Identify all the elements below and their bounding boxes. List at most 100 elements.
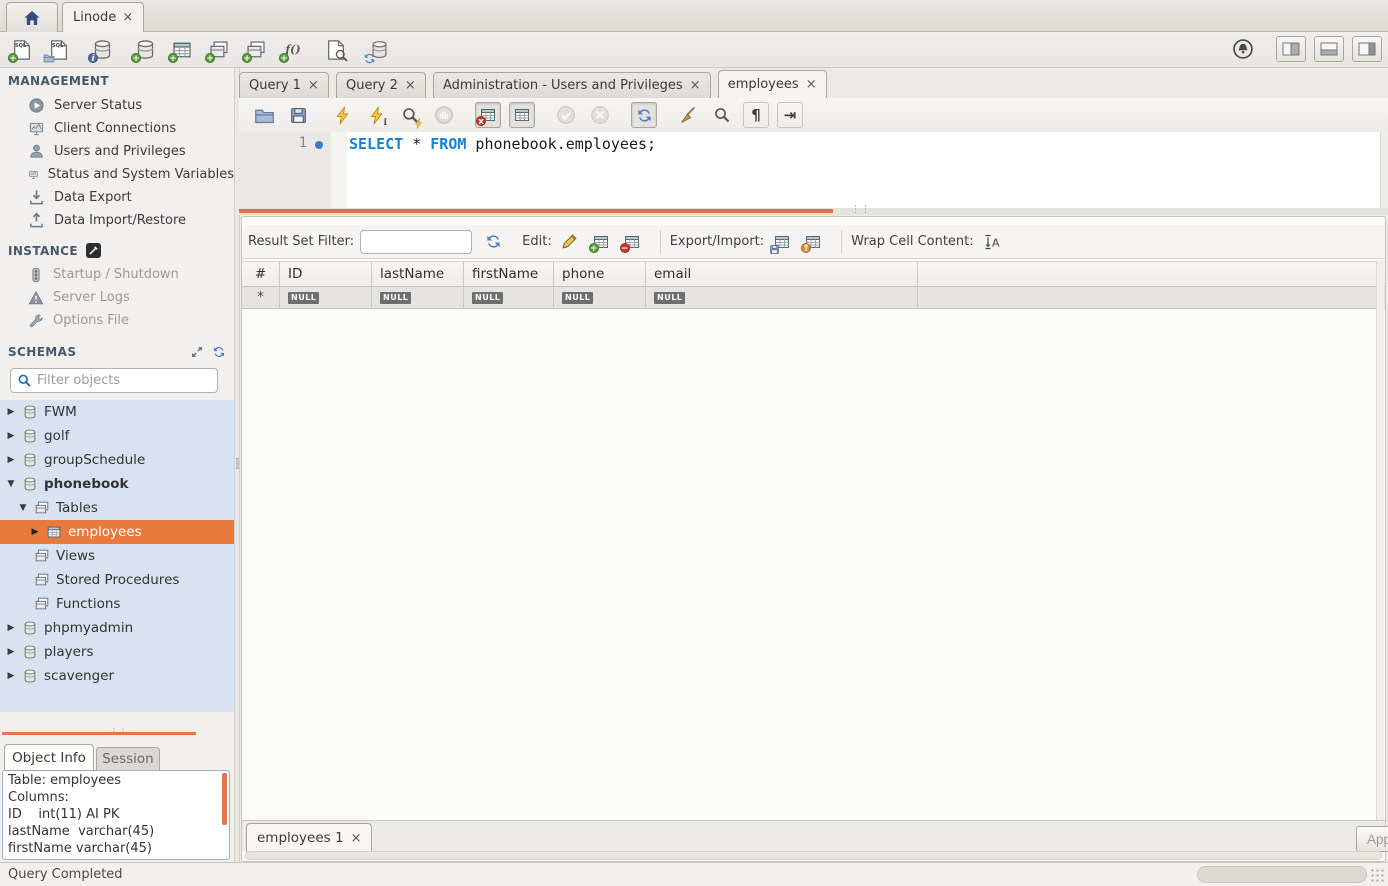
tree-item-table-employees[interactable]: employees	[0, 520, 234, 544]
editor-scrollbar[interactable]	[1380, 132, 1388, 208]
edit-record-icon[interactable]	[558, 230, 582, 254]
tree-item-functions[interactable]: Functions	[0, 592, 234, 616]
sidebar-item-status-variables[interactable]: Status and System Variables	[0, 163, 234, 186]
reconnect-dbms-button[interactable]	[365, 36, 393, 64]
chevron-right-icon[interactable]	[30, 527, 40, 537]
wrap-text-button[interactable]	[777, 102, 803, 128]
sidebar-item-server-logs[interactable]: Server Logs	[0, 286, 234, 309]
sidebar-splitter[interactable]: ⋮⋮	[2, 732, 196, 735]
create-view-button[interactable]	[205, 36, 233, 64]
toggle-left-panel-button[interactable]	[1276, 36, 1306, 62]
connection-tab[interactable]: Linode ×	[62, 2, 144, 32]
open-sql-script-button[interactable]: SQL	[45, 36, 73, 64]
column-header-id[interactable]: ID	[280, 262, 372, 286]
tree-item-schema[interactable]: golf	[0, 424, 234, 448]
tree-item-views[interactable]: Views	[0, 544, 234, 568]
save-script-button[interactable]	[285, 102, 311, 128]
resize-grip[interactable]	[1370, 868, 1385, 883]
tab-session[interactable]: Session	[96, 747, 160, 771]
find-button[interactable]	[709, 102, 735, 128]
sidebar-item-options-file[interactable]: Options File	[0, 309, 234, 332]
limit-rows-button[interactable]	[509, 102, 535, 128]
tree-item-schema[interactable]: players	[0, 640, 234, 664]
create-table-button[interactable]	[168, 36, 196, 64]
show-invisibles-button[interactable]	[743, 102, 769, 128]
tree-item-schema[interactable]: groupSchedule	[0, 448, 234, 472]
open-file-button[interactable]	[251, 102, 277, 128]
cell-phone[interactable]: NULL	[554, 287, 646, 308]
results-horizontal-scrollbar[interactable]	[245, 851, 1382, 860]
create-procedure-button[interactable]	[242, 36, 270, 64]
notification-bell-icon[interactable]	[1232, 38, 1254, 60]
sidebar-item-client-connections[interactable]: Client Connections	[0, 117, 234, 140]
sidebar-item-users-privileges[interactable]: Users and Privileges	[0, 140, 234, 163]
tree-item-schema-phonebook[interactable]: phonebook	[0, 472, 234, 496]
tree-item-tables[interactable]: Tables	[0, 496, 234, 520]
close-icon[interactable]: ×	[351, 831, 362, 846]
tab-query-2[interactable]: Query 2×	[336, 72, 426, 98]
cell-lastname[interactable]: NULL	[372, 287, 464, 308]
create-function-button[interactable]	[279, 36, 307, 64]
editor-results-splitter[interactable]: ⋮⋮	[239, 208, 1388, 215]
expand-panel-icon[interactable]	[190, 345, 204, 359]
schema-filter-input[interactable]	[37, 373, 197, 388]
chevron-right-icon[interactable]	[6, 431, 16, 441]
cell-id[interactable]: NULL	[280, 287, 372, 308]
new-query-tab-button[interactable]: SQL	[8, 36, 36, 64]
toggle-autocommit-button[interactable]	[631, 102, 657, 128]
execute-statement-button[interactable]	[329, 102, 355, 128]
create-schema-button[interactable]	[131, 36, 159, 64]
execute-current-button[interactable]: I	[363, 102, 389, 128]
tab-query-1[interactable]: Query 1×	[239, 72, 329, 98]
object-info-scrollbar[interactable]	[222, 773, 227, 825]
tree-item-stored-procedures[interactable]: Stored Procedures	[0, 568, 234, 592]
tab-employees[interactable]: employees×	[718, 70, 827, 98]
sidebar-item-data-import[interactable]: Data Import/Restore	[0, 209, 234, 232]
sidebar-item-startup-shutdown[interactable]: Startup / Shutdown	[0, 263, 234, 286]
close-icon[interactable]: ×	[806, 77, 817, 92]
chevron-right-icon[interactable]	[6, 407, 16, 417]
chevron-right-icon[interactable]	[6, 671, 16, 681]
chevron-right-icon[interactable]	[6, 455, 16, 465]
wrap-cell-content-icon[interactable]	[980, 230, 1004, 254]
column-header-phone[interactable]: phone	[554, 262, 646, 286]
schema-inspector-button[interactable]	[88, 36, 116, 64]
tab-administration[interactable]: Administration - Users and Privileges×	[433, 72, 711, 98]
import-records-icon[interactable]	[801, 230, 825, 254]
toggle-right-panel-button[interactable]	[1352, 36, 1382, 62]
chevron-right-icon[interactable]	[6, 623, 16, 633]
sql-editor[interactable]: 1 SELECT * FROM phonebook.employees;	[239, 132, 1388, 208]
close-icon[interactable]: ×	[122, 10, 133, 25]
cell-firstname[interactable]: NULL	[464, 287, 554, 308]
sidebar-item-data-export[interactable]: Data Export	[0, 186, 234, 209]
search-table-data-button[interactable]	[322, 36, 350, 64]
delete-row-icon[interactable]	[620, 230, 644, 254]
status-scrollbar-thumb[interactable]	[1197, 866, 1367, 883]
export-results-icon[interactable]	[770, 230, 794, 254]
cell-email[interactable]: NULL	[646, 287, 918, 308]
add-row-icon[interactable]	[589, 230, 613, 254]
result-set-filter-input[interactable]	[360, 230, 472, 254]
explain-plan-button[interactable]	[397, 102, 423, 128]
apply-button[interactable]: Apply	[1356, 826, 1388, 852]
column-header-lastname[interactable]: lastName	[372, 262, 464, 286]
table-row-insert[interactable]: * NULL NULL NULL NULL NULL	[242, 287, 1385, 309]
tab-object-info[interactable]: Object Info	[4, 744, 94, 771]
results-vertical-scrollbar[interactable]	[1376, 261, 1384, 820]
tree-item-schema[interactable]: FWM	[0, 400, 234, 424]
close-icon[interactable]: ×	[690, 78, 701, 93]
close-icon[interactable]: ×	[308, 78, 319, 93]
chevron-down-icon[interactable]	[6, 479, 16, 489]
chevron-right-icon[interactable]	[6, 647, 16, 657]
home-tab[interactable]	[6, 2, 58, 32]
toggle-bottom-panel-button[interactable]	[1314, 36, 1344, 62]
result-set-tab[interactable]: employees 1 ×	[246, 823, 372, 852]
sidebar-item-server-status[interactable]: Server Status	[0, 94, 234, 117]
refresh-schemas-icon[interactable]	[212, 345, 226, 359]
chevron-down-icon[interactable]	[18, 503, 28, 513]
column-header-email[interactable]: email	[646, 262, 918, 286]
tree-item-schema[interactable]: phpmyadmin	[0, 616, 234, 640]
beautify-sql-button[interactable]	[675, 102, 701, 128]
close-icon[interactable]: ×	[405, 78, 416, 93]
column-header-firstname[interactable]: firstName	[464, 262, 554, 286]
